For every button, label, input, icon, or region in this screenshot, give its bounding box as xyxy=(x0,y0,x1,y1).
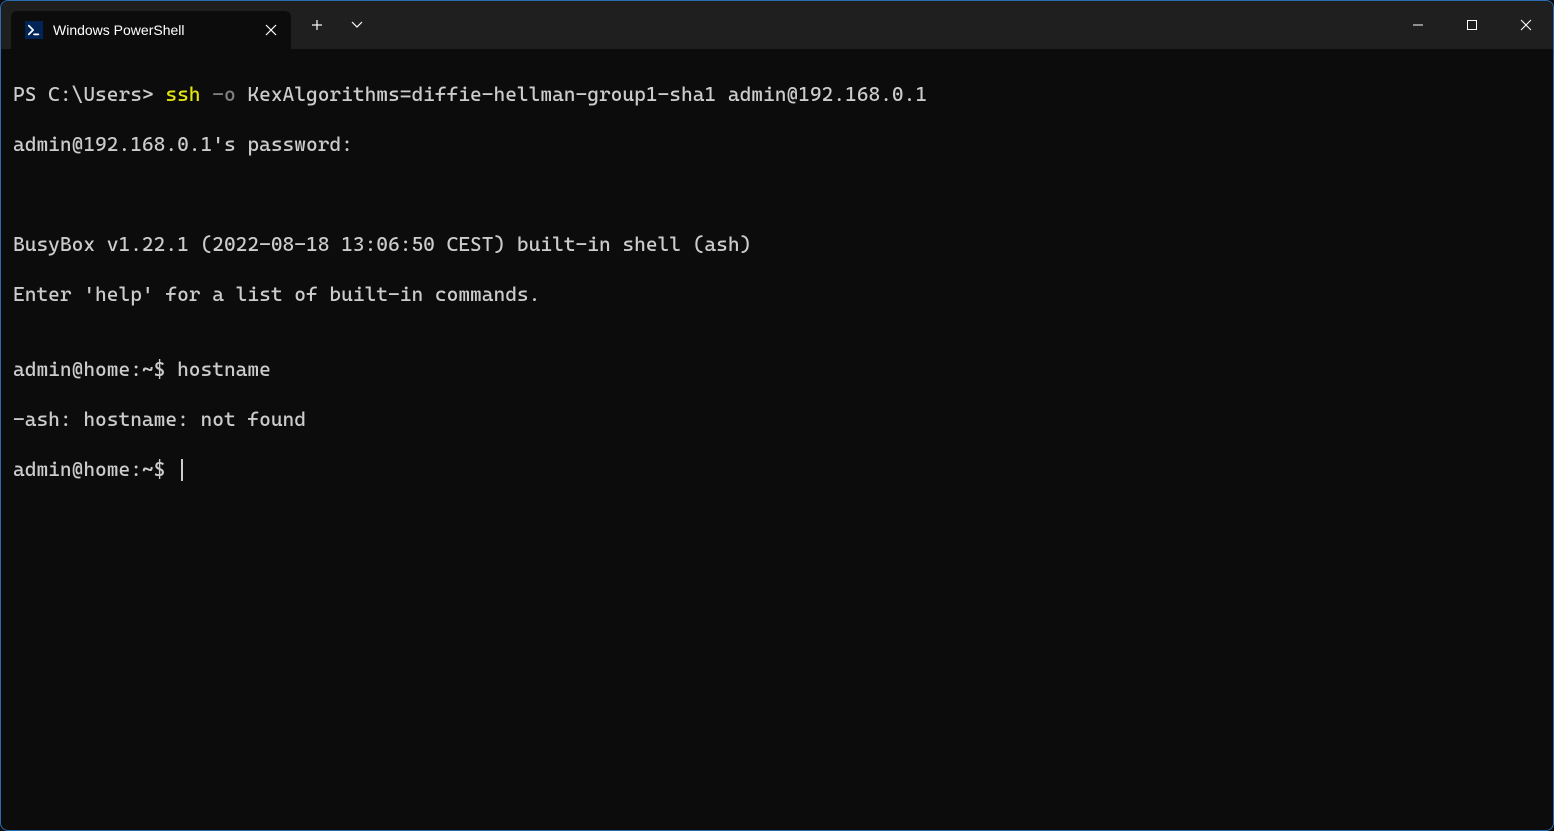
new-tab-button[interactable] xyxy=(299,9,335,41)
cursor xyxy=(181,459,183,481)
powershell-icon xyxy=(25,21,43,39)
terminal-line: admin@192.168.0.1's password: xyxy=(13,132,1541,157)
terminal-line: admin@home:~$ hostname xyxy=(13,357,1541,382)
command-flag: -o xyxy=(201,82,236,106)
tab-dropdown-button[interactable] xyxy=(339,9,375,41)
terminal-line: Enter 'help' for a list of built-in comm… xyxy=(13,282,1541,307)
command-name: ssh xyxy=(165,82,200,106)
terminal-line: BusyBox v1.22.1 (2022-08-18 13:06:50 CES… xyxy=(13,232,1541,257)
tab-powershell[interactable]: Windows PowerShell xyxy=(11,11,291,49)
terminal-output[interactable]: PS C:\Users> ssh -o KexAlgorithms=diffie… xyxy=(1,49,1553,515)
titlebar: Windows PowerShell xyxy=(1,1,1553,49)
command-args: KexAlgorithms=diffie-hellman-group1-sha1… xyxy=(236,82,927,106)
maximize-button[interactable] xyxy=(1445,5,1499,45)
window-controls xyxy=(1391,5,1553,45)
terminal-line: PS C:\Users> ssh -o KexAlgorithms=diffie… xyxy=(13,82,1541,107)
tab-close-button[interactable] xyxy=(261,20,281,40)
minimize-button[interactable] xyxy=(1391,5,1445,45)
tab-title: Windows PowerShell xyxy=(53,22,251,38)
prompt: PS C:\Users> xyxy=(13,82,165,106)
prompt: admin@home:~$ xyxy=(13,457,177,481)
close-button[interactable] xyxy=(1499,5,1553,45)
terminal-line: admin@home:~$ xyxy=(13,457,1541,482)
tab-actions xyxy=(299,9,375,41)
terminal-line: -ash: hostname: not found xyxy=(13,407,1541,432)
